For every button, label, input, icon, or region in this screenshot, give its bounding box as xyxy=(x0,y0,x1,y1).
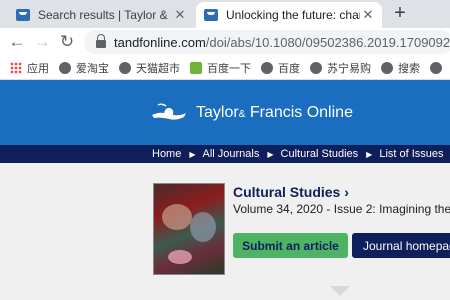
bookmark-suning[interactable]: 苏宁易购 xyxy=(310,60,371,76)
globe-icon xyxy=(381,61,393,74)
bookmark-label: 百度一下 xyxy=(207,62,251,75)
dropdown-caret-icon xyxy=(330,286,350,296)
breadcrumb-cultural-studies[interactable]: Cultural Studies xyxy=(281,148,359,160)
reload-icon[interactable]: ↻ xyxy=(57,32,77,52)
breadcrumb: Home ▶ All Journals ▶ Cultural Studies ▶… xyxy=(0,145,450,163)
globe-icon xyxy=(430,61,442,74)
back-arrow-icon[interactable]: ← xyxy=(7,32,27,52)
globe-icon xyxy=(310,61,322,74)
breadcrumb-home[interactable]: Home xyxy=(152,148,181,160)
bookmark-baidu[interactable]: 百度 xyxy=(261,60,300,76)
tab-label: Search results | Taylor & Franc xyxy=(38,8,172,22)
bookmark-overflow[interactable] xyxy=(430,61,447,74)
bookmark-aitaobao[interactable]: 爱淘宝 xyxy=(59,60,109,76)
new-tab-button[interactable]: + xyxy=(390,3,410,24)
journal-title-link[interactable]: Cultural Studies › xyxy=(233,184,349,200)
cover-figure xyxy=(190,212,216,242)
logo-ampersand: & xyxy=(238,109,246,120)
breadcrumb-arrow-icon: ▶ xyxy=(267,149,274,159)
globe-icon xyxy=(59,61,71,74)
bookmark-search[interactable]: 搜索 xyxy=(381,60,420,76)
forward-arrow-icon[interactable]: → xyxy=(32,32,52,52)
logo-text-taylor: Taylor xyxy=(196,104,239,121)
tab-label: Unlocking the future: characte xyxy=(226,8,360,22)
bookmark-label: 百度 xyxy=(278,62,300,75)
bookmark-label: 搜索 xyxy=(398,62,420,75)
close-icon[interactable]: ✕ xyxy=(360,7,376,23)
lock-icon xyxy=(96,34,106,48)
close-icon[interactable]: ✕ xyxy=(172,7,188,23)
taylor-francis-favicon-icon xyxy=(16,9,30,21)
taylor-francis-logo[interactable]: Taylor& Francis Online xyxy=(150,101,353,125)
url-host: tandfonline.com xyxy=(114,34,206,50)
url-path: /doi/abs/10.1080/09502386.2019.1709092 xyxy=(205,34,450,50)
tab-unlocking-the-future[interactable]: Unlocking the future: characte ✕ xyxy=(196,2,382,28)
journal-homepage-button[interactable]: Journal homepage xyxy=(352,233,450,258)
hao123-icon xyxy=(190,61,202,74)
breadcrumb-list-of-issues[interactable]: List of Issues xyxy=(379,148,443,160)
tab-search-results[interactable]: Search results | Taylor & Franc ✕ xyxy=(8,2,194,28)
issue-info: Volume 34, 2020 - Issue 2: Imagining the… xyxy=(233,202,450,216)
taylor-francis-favicon-icon xyxy=(204,9,218,21)
lamp-logo-icon xyxy=(152,103,186,120)
bookmark-label: 苏宁易购 xyxy=(327,62,371,75)
bookmark-label: 爱淘宝 xyxy=(76,62,109,75)
bookmark-tmall-market[interactable]: 天猫超市 xyxy=(119,60,180,76)
cover-figure xyxy=(162,204,192,230)
bookmark-label: 天猫超市 xyxy=(136,62,180,75)
breadcrumb-all-journals[interactable]: All Journals xyxy=(203,148,260,160)
bookmark-apps[interactable]: 应用 xyxy=(10,60,49,76)
address-bar[interactable]: tandfonline.com/doi/abs/10.1080/09502386… xyxy=(84,30,450,54)
bookmarks-bar: 应用 爱淘宝 天猫超市 百度一下 百度 苏宁易购 搜索 xyxy=(0,56,450,80)
cover-figure xyxy=(168,250,192,264)
bookmark-label: 应用 xyxy=(27,62,49,75)
breadcrumb-arrow-icon: ▶ xyxy=(189,149,196,159)
logo-text-francis-online: Francis Online xyxy=(249,104,353,121)
globe-icon xyxy=(261,61,273,74)
apps-grid-icon xyxy=(10,61,22,74)
globe-icon xyxy=(119,61,131,74)
bookmark-baidu-search[interactable]: 百度一下 xyxy=(190,60,251,76)
journal-cover-image[interactable] xyxy=(153,183,225,275)
submit-article-button[interactable]: Submit an article xyxy=(233,233,348,258)
logo-wordmark: Taylor& Francis Online xyxy=(196,104,353,122)
breadcrumb-arrow-icon: ▶ xyxy=(366,149,373,159)
journal-info-panel xyxy=(0,163,450,300)
